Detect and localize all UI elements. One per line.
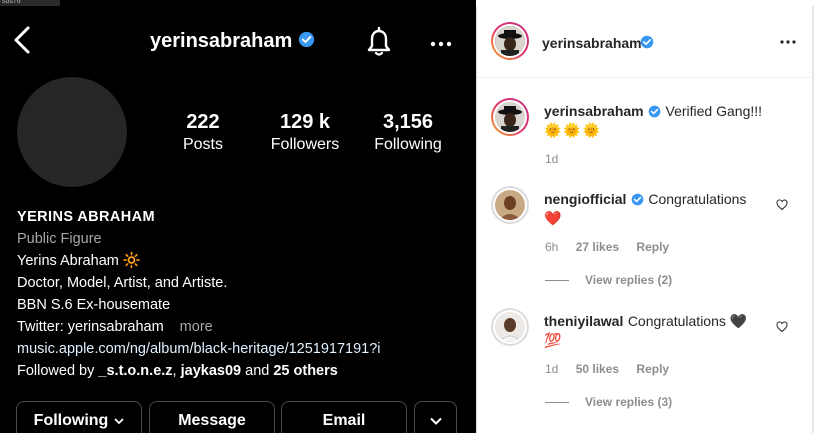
post-author-avatar[interactable] — [491, 22, 529, 60]
caption-username[interactable]: yerinsabraham — [544, 103, 644, 119]
view-replies-line — [545, 401, 569, 403]
followed-by-user[interactable]: jaykas09 — [181, 363, 241, 379]
verified-badge-icon — [631, 193, 644, 206]
comment-reply-button[interactable]: Reply — [636, 240, 669, 254]
comment-avatar[interactable] — [491, 186, 529, 224]
chevron-left-icon — [14, 26, 30, 54]
comment-username[interactable]: nengiofficial — [544, 191, 626, 207]
stat-posts-value: 222 — [186, 111, 220, 133]
verified-badge-icon — [298, 31, 315, 53]
following-button-label: Following — [33, 412, 109, 429]
comment-text: Congratulations 🖤 — [627, 313, 748, 329]
bio-line: Yerins Abraham 🔆 — [17, 253, 141, 269]
comment-emoji: ❤️ — [544, 210, 562, 226]
like-heart-icon[interactable] — [776, 199, 788, 211]
view-replies-button[interactable]: View replies (3) — [545, 395, 672, 409]
window-status-strip: sos76 — [0, 0, 60, 6]
comment-timestamp: 1d — [545, 362, 559, 376]
post-options-icon[interactable] — [780, 39, 796, 45]
followed-by-separator: , — [172, 363, 177, 379]
back-button[interactable] — [10, 24, 34, 56]
email-button[interactable]: Email — [281, 401, 407, 433]
comment-likes[interactable]: 27 likes — [576, 240, 619, 254]
profile-username: yerinsabraham — [150, 30, 293, 52]
avatar-hat-icon — [495, 26, 525, 56]
stat-following-label: Following — [374, 136, 442, 153]
caption-text: Verified Gang!!! — [665, 103, 763, 119]
profile-bio: YERINS ABRAHAM Public Figure Yerins Abra… — [17, 206, 467, 382]
stat-posts[interactable]: 222 Posts — [173, 110, 233, 156]
chevron-down-icon — [114, 418, 124, 425]
stat-following[interactable]: 3,156 Following — [366, 110, 450, 156]
followed-by-prefix: Followed by — [17, 363, 95, 379]
caption-author-avatar[interactable] — [491, 98, 529, 136]
view-replies-label: View replies (2) — [585, 273, 673, 287]
stat-posts-label: Posts — [182, 136, 223, 153]
more-options-button[interactable] — [430, 36, 452, 54]
view-replies-line — [545, 279, 569, 281]
comment-emoji: 💯 — [544, 332, 562, 348]
comment-reply-button[interactable]: Reply — [636, 362, 669, 376]
verified-badge-icon — [640, 35, 654, 49]
bell-icon — [367, 26, 391, 56]
comment-meta: 1d 50 likes Reply — [545, 362, 669, 376]
like-heart-icon[interactable] — [776, 321, 788, 333]
display-name: YERINS ABRAHAM — [17, 209, 155, 225]
notification-bell-button[interactable] — [364, 26, 394, 63]
view-replies-label: View replies (3) — [585, 395, 673, 409]
followed-by-and: and — [245, 363, 270, 379]
profile-header-username: yerinsabraham — [150, 30, 315, 53]
post-author-username[interactable]: yerinsabraham — [542, 35, 642, 51]
view-replies-button[interactable]: View replies (2) — [545, 273, 672, 287]
avatar-portrait-icon — [495, 190, 525, 220]
followed-by-others[interactable]: 25 others — [273, 363, 337, 379]
followed-by-user[interactable]: _s.t.o.n.e.z — [98, 363, 172, 379]
profile-avatar[interactable] — [17, 77, 127, 187]
email-button-label: Email — [322, 412, 366, 429]
comment-text: Congratulations — [648, 191, 747, 207]
comment-username[interactable]: theniyilawal — [544, 313, 623, 329]
bio-twitter-row: Twitter: yerinsabraham more — [17, 316, 467, 338]
bio-more-link[interactable]: more — [180, 319, 213, 335]
stat-followers-label: Followers — [270, 136, 340, 153]
post-comments-panel: yerinsabraham yerinsabraham Verified Gan… — [476, 6, 814, 433]
avatar-portrait-icon — [495, 312, 525, 342]
bio-line: BBN S.6 Ex-housemate — [17, 297, 171, 313]
comment-avatar[interactable] — [491, 308, 529, 346]
stat-followers-value: 129 k — [279, 111, 331, 133]
suggested-dropdown-button[interactable] — [414, 401, 457, 433]
status-strip-text: sos76 — [2, 0, 21, 5]
stat-followers[interactable]: 129 k Followers — [265, 110, 345, 156]
comment-likes[interactable]: 50 likes — [576, 362, 619, 376]
avatar-hat-icon — [495, 102, 525, 132]
profile-panel: sos76 yerinsabraham 222 Posts 129 k Foll… — [0, 0, 476, 433]
followed-by: Followed by _s.t.o.n.e.z, jaykas09 and 2… — [17, 360, 467, 382]
bio-website-link[interactable]: music.apple.com/ng/album/black-heritage/… — [17, 338, 467, 360]
chevron-down-icon — [429, 417, 442, 425]
ellipsis-icon — [430, 41, 452, 47]
message-button-label: Message — [178, 412, 246, 429]
message-button[interactable]: Message — [149, 401, 275, 433]
verified-badge-icon — [648, 105, 661, 118]
bio-line: Twitter: yerinsabraham — [17, 319, 164, 335]
caption-timestamp: 1d — [545, 152, 559, 166]
bio-line: Doctor, Model, Artist, and Artiste. — [17, 275, 228, 291]
post-header: yerinsabraham — [477, 6, 812, 78]
caption-emoji: 🌞🌞🌞 — [544, 122, 603, 138]
stat-following-value: 3,156 — [382, 111, 434, 133]
comment-timestamp: 6h — [545, 240, 559, 254]
profile-category: Public Figure — [17, 231, 102, 247]
following-button[interactable]: Following — [16, 401, 142, 433]
comment-meta: 6h 27 likes Reply — [545, 240, 669, 254]
